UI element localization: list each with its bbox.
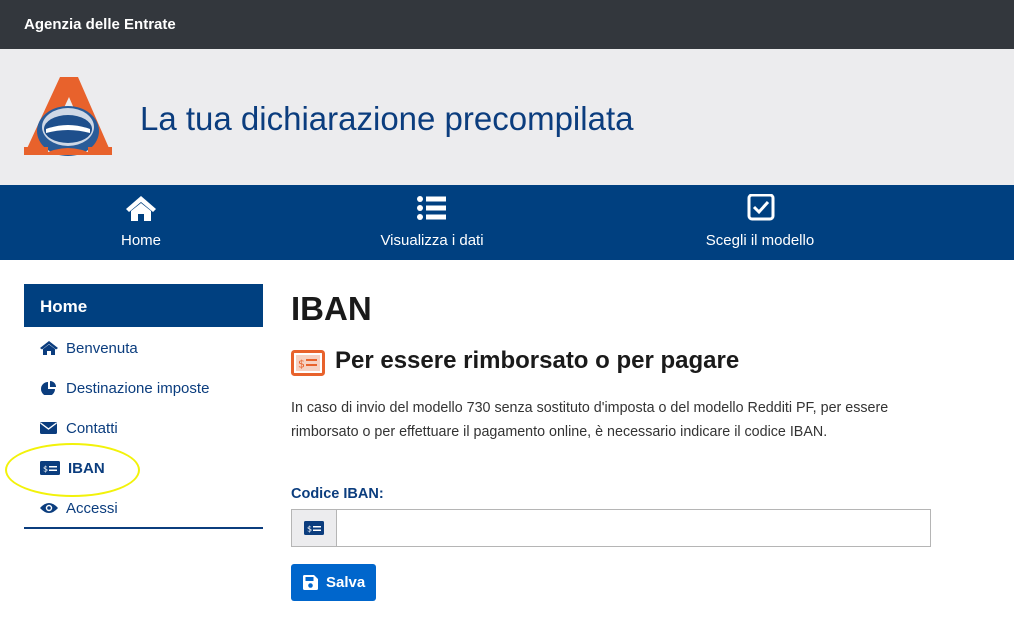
sidebar-heading[interactable]: Home	[24, 284, 263, 327]
nav-label-visualizza-dati: Visualizza i dati	[380, 232, 484, 249]
pie-chart-icon	[41, 381, 56, 395]
sidebar-item-label: Benvenuta	[66, 340, 138, 357]
money-card-icon: $	[291, 350, 325, 376]
sidebar-item-label: Contatti	[66, 420, 118, 437]
description-text: In caso di invio del modello 730 senza s…	[291, 400, 889, 440]
floppy-disk-icon	[303, 575, 318, 590]
top-bar: Agenzia delle Entrate	[0, 0, 1014, 49]
envelope-icon	[40, 422, 57, 434]
save-button-label: Salva	[326, 574, 366, 591]
site-header: La tua dichiarazione precompilata	[0, 49, 1014, 185]
home-icon	[126, 196, 156, 221]
nav-item-visualizza-dati[interactable]: Visualizza i dati	[347, 185, 517, 260]
nav-label-scegli-modello: Scegli il modello	[705, 232, 815, 249]
nav-item-home[interactable]: Home	[70, 185, 212, 260]
nav-item-scegli-modello[interactable]: Scegli il modello	[680, 185, 840, 260]
eye-icon	[40, 503, 58, 513]
svg-text:$: $	[298, 358, 305, 371]
svg-text:$: $	[307, 525, 312, 534]
agenzia-entrate-logo[interactable]	[22, 75, 114, 159]
main-nav: Home Visualizza i dati Scegli il modello	[0, 185, 1014, 260]
sidebar-item-destinazione-imposte[interactable]: Destinazione imposte	[24, 367, 263, 407]
iban-input[interactable]	[338, 510, 930, 546]
save-button[interactable]: Salva	[291, 564, 376, 601]
input-addon: $	[292, 510, 337, 546]
page-title: IBAN	[291, 290, 372, 327]
iban-input-group: $	[291, 509, 931, 547]
sidebar-item-label: Accessi	[66, 500, 118, 517]
money-card-icon: $	[304, 521, 324, 535]
list-icon	[417, 196, 446, 220]
section-subtitle: Per essere rimborsato o per pagare	[335, 347, 740, 374]
sidebar-item-label: Destinazione imposte	[66, 380, 210, 397]
iban-highlight-circle	[5, 443, 140, 497]
site-title: La tua dichiarazione precompilata	[140, 100, 634, 137]
sidebar-item-contatti[interactable]: Contatti	[24, 407, 263, 447]
checkbox-icon	[747, 194, 775, 221]
nav-label-home: Home	[120, 232, 161, 249]
agency-name[interactable]: Agenzia delle Entrate	[24, 16, 176, 33]
home-icon	[40, 341, 58, 355]
sidebar-divider	[24, 527, 263, 529]
sidebar-item-benvenuta[interactable]: Benvenuta	[24, 327, 263, 367]
iban-field-label: Codice IBAN:	[291, 486, 384, 502]
